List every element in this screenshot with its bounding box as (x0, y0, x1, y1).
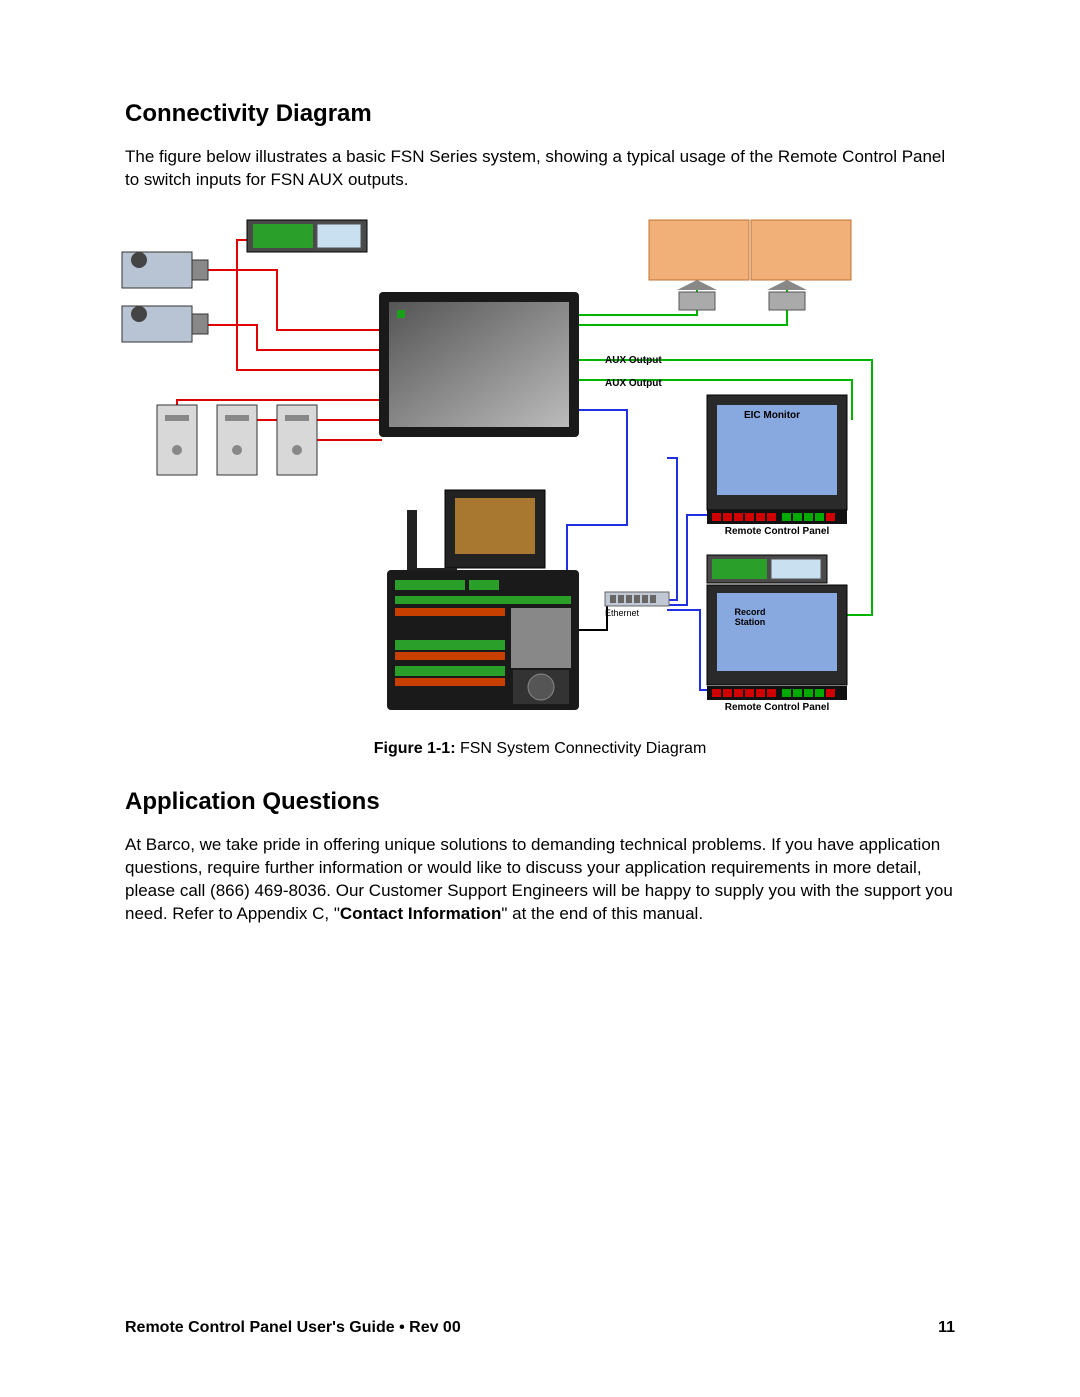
remote-control-panel-icon (707, 686, 847, 700)
connectivity-diagram: AUX Output AUX Output EIC Monitor Remote… (107, 210, 937, 730)
fsn-main-unit-icon (379, 292, 579, 437)
remote-control-panel-icon (707, 510, 847, 524)
label-ethernet: Ethernet (605, 608, 639, 618)
pc-tower-icon (217, 405, 257, 475)
projection-screen-icon (649, 220, 749, 310)
crt-monitor-icon (407, 490, 545, 576)
label-eic-monitor: EIC Monitor (732, 410, 812, 421)
control-console-icon (387, 570, 579, 710)
rack-device-icon (247, 220, 367, 252)
pc-tower-icon (277, 405, 317, 475)
label-aux-output: AUX Output (605, 355, 662, 366)
label-remote-control-panel: Remote Control Panel (707, 702, 847, 713)
application-paragraph: At Barco, we take pride in offering uniq… (125, 834, 955, 926)
rack-device-icon (707, 555, 827, 583)
footer-title: Remote Control Panel User's Guide • Rev … (125, 1319, 461, 1337)
contact-information-bold: Contact Information (340, 904, 502, 923)
camera-icon (122, 306, 208, 342)
document-page: Connectivity Diagram The figure below il… (0, 0, 1080, 1397)
page-number: 11 (938, 1319, 955, 1337)
heading-application-questions: Application Questions (125, 788, 955, 816)
body-text: " at the end of this manual. (501, 904, 703, 923)
figure-number: Figure 1-1: (374, 740, 456, 757)
label-aux-output: AUX Output (605, 378, 662, 389)
projection-screen-icon (751, 220, 851, 310)
camera-icon (122, 252, 208, 288)
label-record-station: Record Station (725, 608, 775, 628)
heading-connectivity: Connectivity Diagram (125, 100, 955, 128)
record-station-monitor-icon (707, 585, 847, 685)
intro-paragraph: The figure below illustrates a basic FSN… (125, 146, 955, 192)
ethernet-hub-icon (605, 592, 669, 606)
label-remote-control-panel: Remote Control Panel (707, 526, 847, 537)
figure-title: FSN System Connectivity Diagram (456, 740, 707, 757)
diagram-svg (107, 210, 937, 730)
page-footer: Remote Control Panel User's Guide • Rev … (125, 1319, 955, 1337)
figure-caption: Figure 1-1: FSN System Connectivity Diag… (125, 740, 955, 758)
pc-tower-icon (157, 405, 197, 475)
